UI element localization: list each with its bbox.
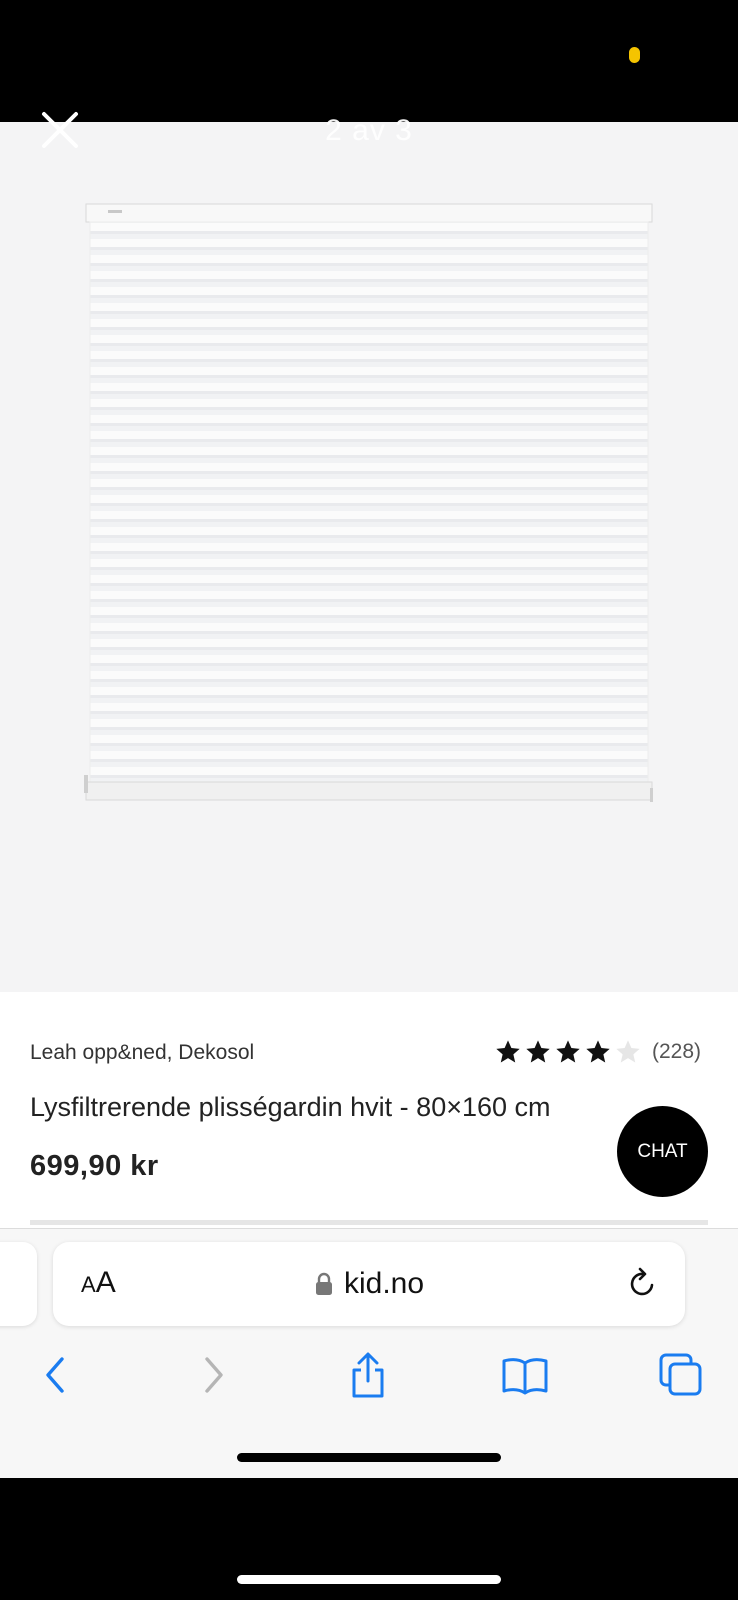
book-icon — [502, 1358, 548, 1395]
gallery-page-counter: 2 av 3 — [325, 114, 413, 147]
lock-icon — [315, 1272, 332, 1295]
back-button[interactable] — [30, 1350, 80, 1400]
star-filled-icon — [586, 1040, 610, 1063]
product-price: 699,90 kr — [30, 1150, 159, 1182]
tabs-button[interactable] — [656, 1350, 706, 1400]
home-indicator[interactable] — [237, 1453, 501, 1462]
chevron-left-icon — [46, 1357, 64, 1393]
review-count: (228) — [652, 1040, 702, 1063]
tabs-icon — [659, 1353, 702, 1396]
star-filled-icon — [526, 1040, 550, 1063]
section-divider — [30, 1220, 708, 1225]
bookmarks-button[interactable] — [500, 1350, 550, 1400]
forward-button[interactable] — [189, 1350, 239, 1400]
share-icon — [352, 1352, 384, 1398]
address-bar[interactable]: AA kid.no — [53, 1242, 685, 1326]
status-bar — [0, 0, 738, 122]
star-filled-icon — [496, 1040, 520, 1063]
product-rating[interactable]: (228) — [494, 1038, 701, 1066]
star-filled-icon — [556, 1040, 580, 1063]
previous-tab-preview[interactable] — [0, 1242, 37, 1326]
product-brand[interactable]: Leah opp&ned, Dekosol — [30, 1041, 254, 1065]
home-indicator-outer[interactable] — [237, 1575, 501, 1584]
product-image — [84, 203, 653, 802]
share-button[interactable] — [343, 1350, 393, 1400]
product-title: Lysfiltrerende plisségardin hvit - 80×16… — [30, 1092, 551, 1122]
reload-icon[interactable] — [625, 1266, 661, 1302]
status-indicator-dot — [629, 47, 640, 63]
chat-button[interactable]: CHAT — [617, 1106, 708, 1197]
star-empty-icon — [616, 1040, 640, 1063]
chevron-right-icon — [205, 1357, 223, 1393]
url-text: kid.no — [343, 1267, 425, 1300]
